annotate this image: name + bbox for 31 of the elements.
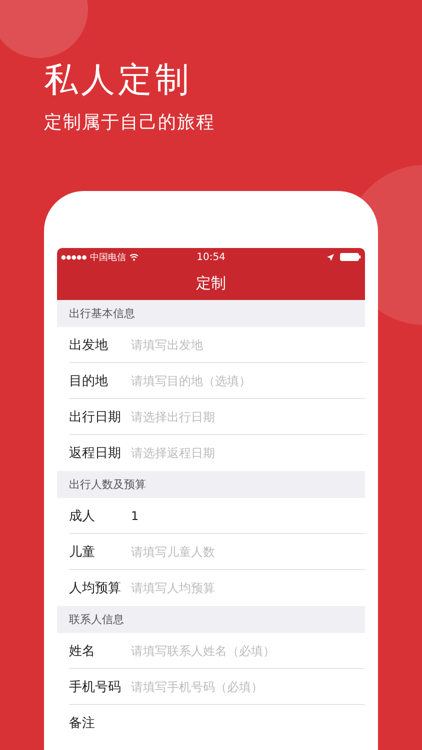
- field-label: 手机号码: [69, 678, 122, 696]
- field-label: 出行日期: [69, 408, 122, 426]
- nav-title: 定制: [196, 274, 226, 292]
- location-arrow-icon: [327, 254, 334, 260]
- input-field[interactable]: 请选择出行日期: [131, 410, 291, 424]
- wifi-icon: [129, 253, 139, 261]
- input-field[interactable]: 请填写出发地: [131, 338, 291, 352]
- battery-icon: [340, 253, 362, 261]
- input-field[interactable]: 请填写联系人姓名（必填）: [131, 644, 291, 658]
- field-label: 人均预算: [69, 580, 122, 597]
- input-field[interactable]: 请填写手机号码（必填）: [131, 680, 291, 694]
- field-label: 出发地: [69, 336, 109, 354]
- field-label: 目的地: [69, 372, 109, 390]
- status-time: 10:54: [196, 252, 226, 262]
- input-field[interactable]: 请填写儿童人数: [131, 544, 291, 558]
- input-field[interactable]: 请选择返程日期: [131, 446, 291, 460]
- section-title: 联系人信息: [69, 612, 124, 627]
- carrier-name: 中国电信: [90, 252, 126, 264]
- field-label: 儿童: [69, 544, 96, 560]
- headline: 私人定制: [44, 59, 192, 102]
- field-label: 备注: [69, 715, 96, 732]
- field-label: 成人: [69, 508, 96, 524]
- signal-icon: [61, 254, 87, 260]
- section-title: 出行人数及预算: [69, 477, 146, 492]
- input-field[interactable]: 请填写目的地（选填）: [131, 374, 291, 388]
- input-field[interactable]: 1: [131, 508, 291, 522]
- subtitle: 定制属于自己的旅程: [44, 111, 215, 135]
- section-title: 出行基本信息: [69, 306, 135, 321]
- field-label: 返程日期: [69, 445, 122, 462]
- input-field[interactable]: 请填写人均预算: [131, 581, 291, 595]
- field-label: 姓名: [69, 642, 96, 660]
